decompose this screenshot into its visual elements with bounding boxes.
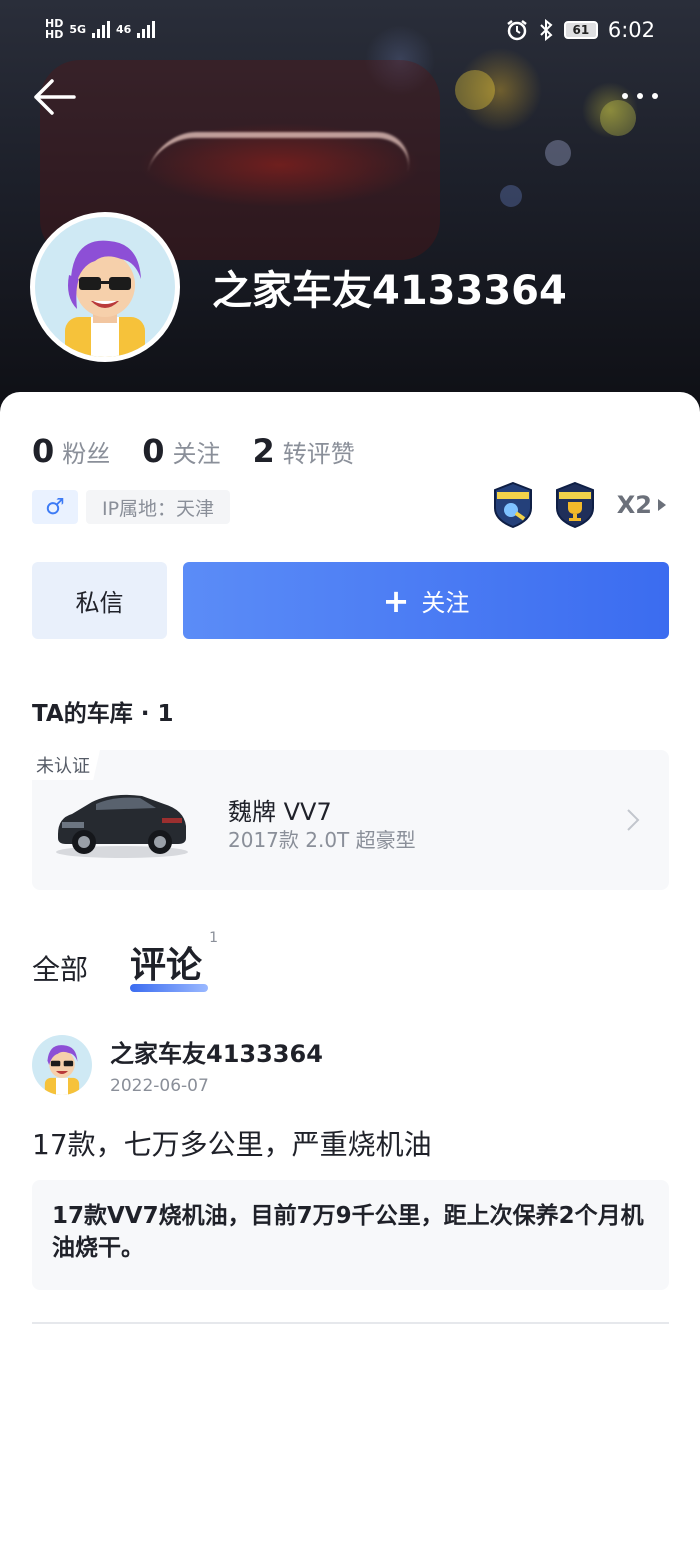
- signal-indicators: HD HD 5G 46: [45, 18, 156, 41]
- stat-label: 转评赞: [282, 440, 355, 468]
- status-bar: HD HD 5G 46 61 6:02: [0, 18, 700, 52]
- avatar[interactable]: [30, 212, 180, 362]
- banner-bokeh: [455, 70, 495, 110]
- plus-icon: +: [382, 581, 410, 620]
- car-image: [56, 794, 188, 858]
- signal-bars-icon: [137, 20, 156, 38]
- stat-likes[interactable]: 2 转评赞: [253, 432, 355, 470]
- post-author-name[interactable]: 之家车友4133364: [110, 1034, 323, 1069]
- status-right: 61 6:02: [506, 18, 655, 42]
- alarm-icon: [507, 20, 527, 41]
- badge-multiplier: X2: [616, 491, 652, 519]
- caret-right-icon: [658, 499, 666, 511]
- cartoon-avatar-icon: [44, 1045, 80, 1095]
- profile-page: HD HD 5G 46 61 6:02 之家车友4133364 0 粉丝 0 关…: [0, 0, 700, 1555]
- gender-male-icon: ♂: [32, 490, 78, 524]
- profile-card: 0 粉丝 0 关注 2 转评赞 ♂ IP属地：天津 X2 私信 + 关注 TA的…: [0, 392, 700, 1555]
- stat-label: 粉丝: [62, 440, 111, 468]
- clock-time: 6:02: [607, 18, 655, 42]
- tab-comments-count: 1: [209, 930, 219, 946]
- profile-stats: 0 粉丝 0 关注 2 转评赞: [32, 432, 387, 470]
- stat-label: 关注: [172, 440, 221, 468]
- profile-banner: HD HD 5G 46 61 6:02 之家车友4133364: [0, 0, 700, 420]
- battery-icon: 61: [563, 21, 598, 39]
- divider: [32, 1322, 669, 1324]
- car-name: 魏牌 VV7: [228, 798, 332, 826]
- car-spec: 2017款 2.0T 超豪型: [228, 828, 416, 852]
- banner-bokeh: [545, 140, 571, 166]
- content-tabs: 全部 评论 1: [32, 930, 218, 992]
- post-author-avatar[interactable]: [32, 1035, 92, 1095]
- tab-comments-label: 评论: [130, 945, 203, 986]
- network-5g-label: 5G: [69, 22, 87, 36]
- profile-tags: ♂ IP属地：天津: [32, 490, 231, 524]
- message-button[interactable]: 私信: [32, 562, 167, 639]
- stat-number: 0: [32, 432, 55, 470]
- follow-button[interactable]: + 关注: [183, 562, 669, 639]
- banner-taillight: [143, 132, 417, 192]
- garage-title: TA的车库 · 1: [32, 701, 174, 727]
- stat-following[interactable]: 0 关注: [142, 432, 220, 470]
- achievement-badges[interactable]: X2: [493, 482, 666, 528]
- tab-comments[interactable]: 评论 1: [130, 930, 218, 992]
- bluetooth-icon: [540, 19, 553, 41]
- unverified-label: 未认证: [32, 750, 100, 780]
- garage-car-card[interactable]: 未认证 魏牌 VV7 2017款 2.0T 超豪型: [32, 750, 669, 890]
- banner-bokeh: [500, 185, 522, 207]
- hd-label: HD: [45, 28, 64, 41]
- signal-bars-icon: [92, 20, 111, 38]
- active-tab-indicator: [130, 984, 209, 992]
- cartoon-avatar-icon: [65, 240, 145, 357]
- ip-location-tag: IP属地：天津: [86, 490, 231, 524]
- profile-username: 之家车友4133364: [212, 268, 567, 314]
- stat-number: 0: [142, 432, 165, 470]
- network-4g-label: 46: [116, 22, 132, 36]
- more-dots-icon[interactable]: [622, 86, 670, 106]
- post-title[interactable]: 17款，七万多公里，严重烧机油: [32, 1123, 432, 1163]
- tab-all[interactable]: 全部: [32, 948, 88, 988]
- trophy-badge-icon: [555, 482, 594, 528]
- badge-count[interactable]: X2: [617, 491, 666, 519]
- stat-number: 2: [252, 432, 275, 470]
- chevron-right-icon: [627, 809, 640, 831]
- post-quote-block[interactable]: 17款VV7烧机油，目前7万9千公里，距上次保养2个月机油烧干。: [32, 1180, 669, 1290]
- back-arrow-icon[interactable]: [32, 78, 76, 116]
- follow-label: 关注: [421, 589, 470, 617]
- post-date: 2022-06-07: [110, 1076, 209, 1096]
- content-badge-icon: [493, 482, 532, 528]
- stat-followers[interactable]: 0 粉丝: [32, 432, 110, 470]
